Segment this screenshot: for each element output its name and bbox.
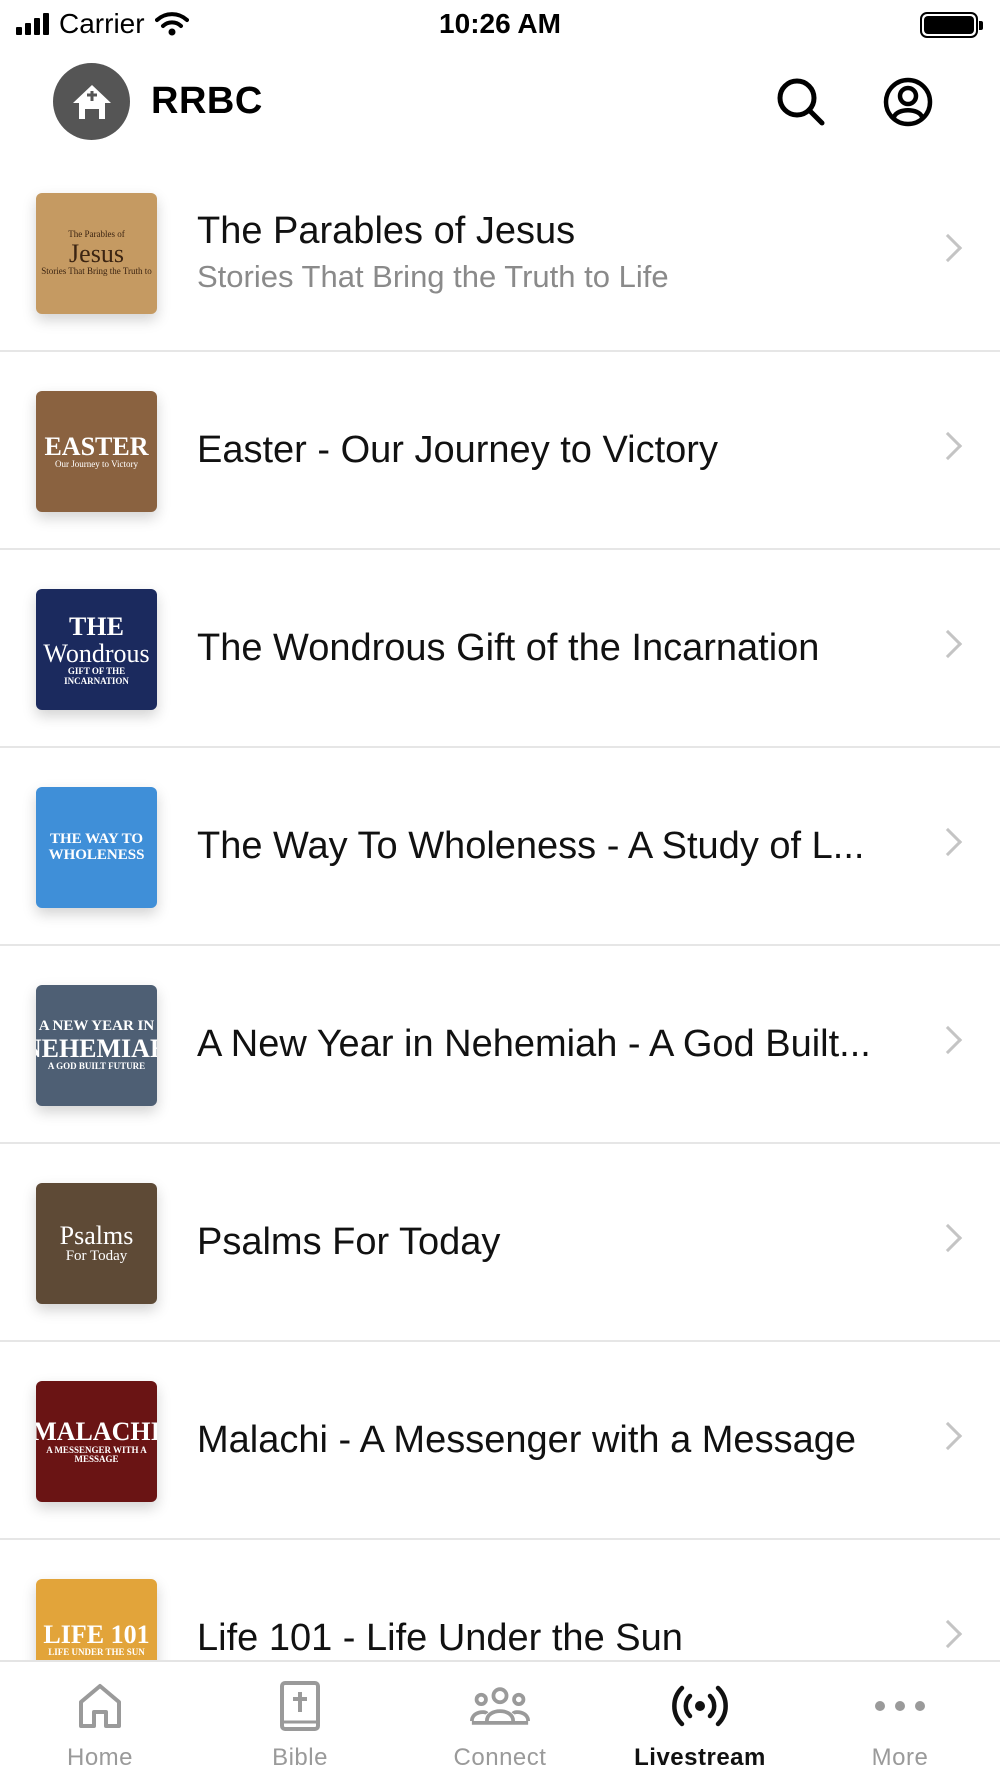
series-row[interactable]: LIFE 101 LIFE UNDER THE SUN Life 101 - Lif… (0, 1540, 1000, 1660)
series-row[interactable]: A NEW YEAR INNEHEMIAHA GOD BUILT FUTUREA… (0, 946, 1000, 1144)
series-title: Malachi - A Messenger with a Message (197, 1418, 856, 1461)
thumbnail-text: Wondrous (43, 639, 150, 669)
thumbnail-text: A GOD BUILT FUTURE (47, 1061, 146, 1072)
search-button[interactable] (773, 74, 829, 130)
app-title: RRBC (151, 80, 263, 122)
thumbnail-text: Jesus (69, 238, 124, 268)
series-text: Psalms For Today (197, 1144, 910, 1340)
series-row[interactable]: EASTER Our Journey to Victory Easter - Our… (0, 352, 1000, 550)
thumbnail-text: MALACHI (36, 1417, 157, 1447)
series-title: A New Year in Nehemiah - A God Built... (197, 1022, 871, 1065)
series-title: Easter - Our Journey to Victory (197, 428, 718, 471)
series-text: The Wondrous Gift of the Incarnation (197, 550, 910, 746)
series-text: A New Year in Nehemiah - A God Built... (197, 946, 910, 1142)
series-title: Life 101 - Life Under the Sun (197, 1616, 683, 1659)
home-icon (70, 1676, 130, 1736)
series-thumbnail: THE Wondrous GIFT OF THE INCARNATION (36, 589, 157, 710)
chevron-right-icon (933, 431, 963, 461)
series-row[interactable]: The Parables of Jesus Stories That Bring t… (0, 154, 1000, 352)
thumbnail-text: LIFE UNDER THE SUN (48, 1647, 145, 1658)
series-thumbnail: Psalms For Today (36, 1183, 157, 1304)
series-text: The Parables of Jesus Stories That Bring … (197, 154, 910, 350)
tab-label: More (871, 1744, 929, 1771)
tab-more[interactable]: More (800, 1662, 1000, 1778)
chevron-right-icon (933, 1421, 963, 1451)
thumbnail-text: WHOLENESS (48, 846, 145, 863)
thumbnail-text: EASTER (44, 432, 149, 462)
bible-icon (270, 1676, 330, 1736)
status-bar: Carrier 10:26 AM (0, 0, 1000, 50)
profile-icon (883, 77, 933, 127)
series-text: Malachi - A Messenger with a Message (197, 1342, 910, 1538)
series-row[interactable]: MALACHI A MESSENGER WITH A MESSAGE Malachi… (0, 1342, 1000, 1540)
tab-label: Bible (272, 1744, 328, 1771)
series-title: The Wondrous Gift of the Incarnation (197, 626, 820, 669)
series-row[interactable]: THE WAY TO WHOLENESS The Way To Wholeness … (0, 748, 1000, 946)
tab-label: Connect (453, 1744, 547, 1771)
chevron-right-icon (933, 1223, 963, 1253)
thumbnail-text: LIFE 101 (43, 1620, 150, 1650)
chevron-right-icon (933, 1619, 963, 1649)
thumbnail-text: GIFT OF THE INCARNATION (64, 666, 129, 686)
thumbnail-text: Our Journey to Victory (54, 459, 139, 470)
thumbnail-text: THE (69, 611, 124, 641)
thumbnail-text: For Today (65, 1248, 128, 1265)
series-text: Life 101 - Life Under the Sun (197, 1540, 910, 1660)
chevron-right-icon (933, 827, 963, 857)
people-icon (470, 1676, 530, 1736)
series-thumbnail: EASTER Our Journey to Victory (36, 391, 157, 512)
series-text: The Way To Wholeness - A Study of L... (197, 748, 910, 944)
series-row[interactable]: THE Wondrous GIFT OF THE INCARNATION The Wo… (0, 550, 1000, 748)
profile-button[interactable] (880, 74, 936, 130)
tab-label: Livestream (634, 1744, 766, 1771)
series-list: The Parables of Jesus Stories That Bring t… (0, 154, 1000, 1660)
thumbnail-text: A NEW YEAR IN (38, 1018, 155, 1035)
chevron-right-icon (933, 1025, 963, 1055)
tab-bar: Home Bible Connect Livestream More (0, 1660, 1000, 1778)
thumbnail-text: NEHEMIAH (36, 1034, 157, 1063)
chevron-right-icon (933, 629, 963, 659)
status-time: 10:26 AM (439, 8, 561, 39)
series-subtitle: Stories That Bring the Truth to Life (197, 258, 669, 294)
tab-connect[interactable]: Connect (400, 1662, 600, 1778)
series-thumbnail: LIFE 101 LIFE UNDER THE SUN (36, 1579, 157, 1660)
thumbnail-text: Stories That Bring the Truth to (41, 266, 152, 277)
thumbnail-text: THE WAY TO (49, 830, 144, 847)
series-text: Easter - Our Journey to Victory (197, 352, 910, 548)
search-icon (777, 78, 825, 126)
tab-label: Home (66, 1744, 134, 1771)
series-title: Psalms For Today (197, 1220, 501, 1263)
thumbnail-text: A MESSENGER WITH A MESSAGE (46, 1444, 147, 1465)
tab-home[interactable]: Home (0, 1662, 200, 1778)
series-thumbnail: The Parables of Jesus Stories That Bring t… (36, 193, 157, 314)
church-logo[interactable] (53, 63, 130, 140)
app-header: RRBC (0, 60, 1000, 142)
battery-icon (920, 12, 983, 38)
series-title: The Parables of Jesus (197, 209, 576, 252)
broadcast-icon (670, 1676, 730, 1736)
church-logo-icon (72, 84, 111, 119)
series-thumbnail: THE WAY TO WHOLENESS (36, 787, 157, 908)
tab-livestream[interactable]: Livestream (600, 1662, 800, 1778)
chevron-right-icon (933, 233, 963, 263)
series-thumbnail: A NEW YEAR INNEHEMIAHA GOD BUILT FUTURE (36, 985, 157, 1106)
tab-bible[interactable]: Bible (200, 1662, 400, 1778)
series-thumbnail: MALACHI A MESSENGER WITH A MESSAGE (36, 1381, 157, 1502)
thumbnail-text: Psalms (59, 1220, 134, 1250)
series-title: The Way To Wholeness - A Study of L... (197, 824, 865, 867)
series-row[interactable]: Psalms For Today Psalms For Today (0, 1144, 1000, 1342)
more-icon (870, 1676, 930, 1736)
